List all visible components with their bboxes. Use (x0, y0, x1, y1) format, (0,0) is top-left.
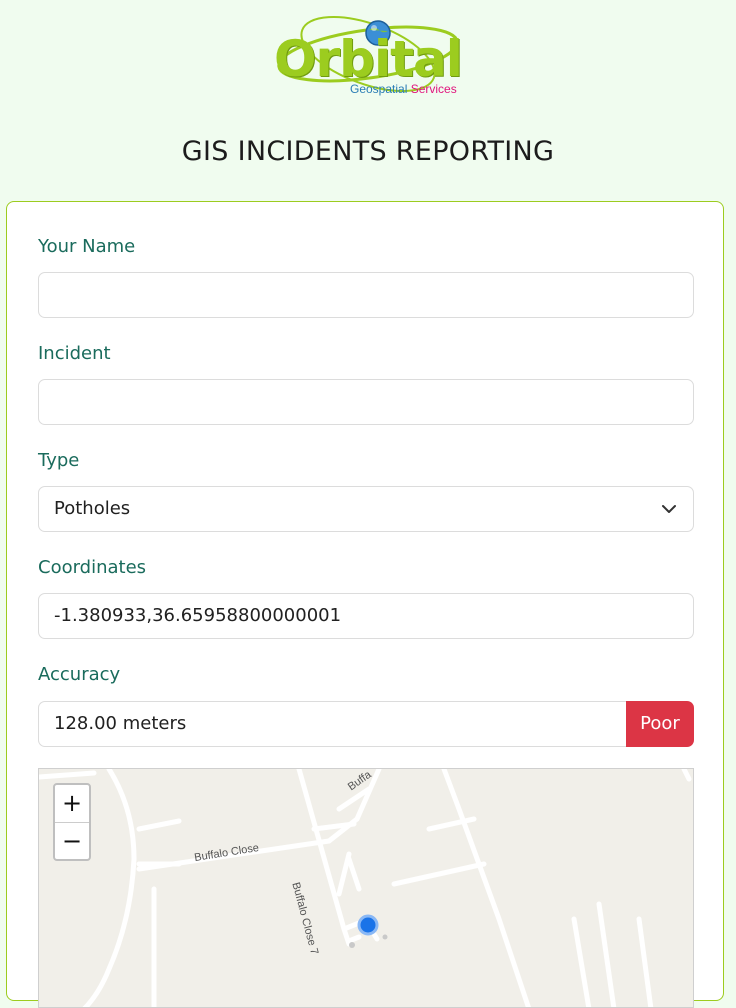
accuracy-input-group: 128.00 meters Poor (38, 701, 694, 747)
zoom-in-button[interactable]: + (55, 785, 89, 822)
accuracy-label: Accuracy (38, 664, 121, 685)
coordinates-input[interactable]: -1.380933,36.65958800000001 (38, 593, 694, 639)
location-dot-icon (357, 914, 379, 936)
accuracy-input[interactable]: 128.00 meters (38, 701, 628, 747)
incident-label: Incident (38, 343, 111, 364)
logo-wordmark: Orbital (274, 30, 463, 88)
type-select-value: Potholes (54, 498, 131, 519)
coordinates-label: Coordinates (38, 557, 147, 578)
type-label: Type (38, 450, 80, 471)
map-tiles (39, 769, 692, 1007)
chevron-down-icon (662, 505, 676, 513)
brand-logo: Orbital Geospatial Services (270, 14, 466, 100)
page-title: GIS INCIDENTS REPORTING (181, 136, 555, 167)
location-map[interactable]: Buffalo Close Buffalo Close 7 Buffa + − (38, 768, 694, 1008)
logo-tagline: Geospatial Services (350, 82, 457, 96)
accuracy-status-badge: Poor (626, 701, 694, 747)
type-select[interactable]: Potholes (38, 486, 694, 532)
name-label: Your Name (38, 236, 136, 257)
name-input[interactable] (38, 272, 694, 318)
report-form-card: Your Name Incident Type Potholes Coordin… (6, 201, 724, 1008)
zoom-out-button[interactable]: − (55, 822, 89, 860)
map-zoom-control: + − (53, 783, 91, 861)
incident-input[interactable] (38, 379, 694, 425)
